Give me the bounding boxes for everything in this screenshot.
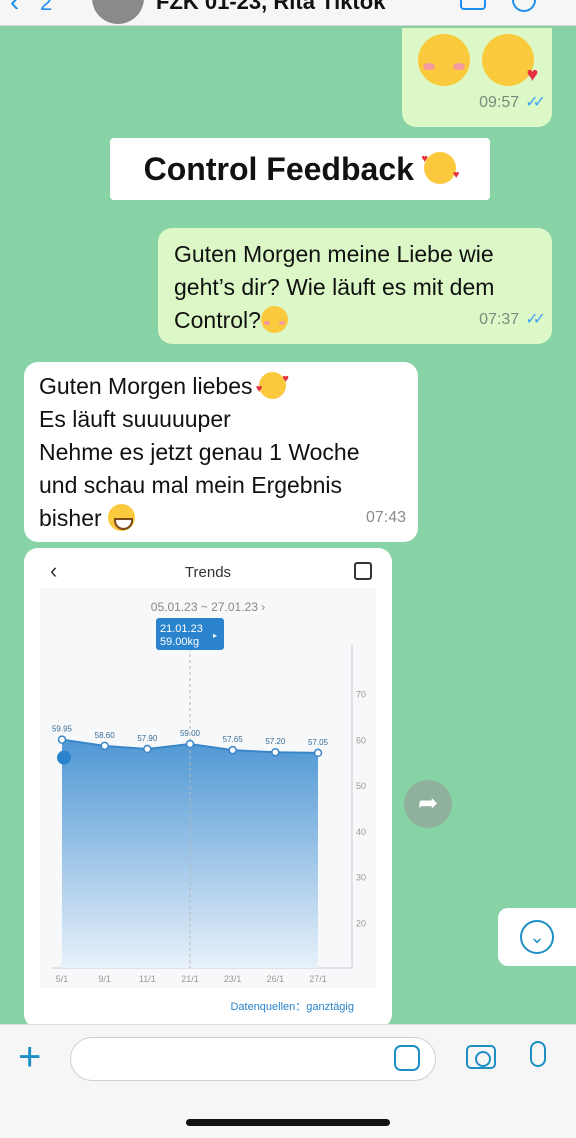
- forward-icon[interactable]: ➦: [404, 780, 452, 828]
- data-point: [313, 748, 323, 758]
- tooltip-date: 21.01.23: [160, 623, 203, 635]
- grinning-face-icon: [108, 504, 136, 531]
- message-outgoing-emoji[interactable]: 09:57 ✓✓: [402, 28, 552, 127]
- image-message[interactable]: ‹ Trends 05.01.23 ~ 27.01.23 › 70 60 50 40 3…: [24, 548, 392, 1028]
- smiling-face-icon: [260, 306, 288, 333]
- data-point: [143, 744, 152, 754]
- message-line: und schau mal mein Ergebnis: [39, 472, 342, 498]
- video-call-icon[interactable]: [460, 0, 486, 10]
- smiling-face-with-hearts-icon: [421, 152, 459, 184]
- overlay-label: Control Feedback: [110, 138, 490, 200]
- message-line: Es läuft suuuuuper: [39, 406, 231, 432]
- x-tick-label: 11/1: [139, 974, 156, 984]
- contact-title[interactable]: FZK 01-23, Rita Tiktok: [156, 0, 385, 15]
- data-label: 57.20: [265, 737, 286, 746]
- message-line: bisher: [39, 505, 102, 531]
- message-time: 09:57: [479, 94, 520, 111]
- message-line: Guten Morgen meine Liebe wie: [174, 241, 494, 267]
- y-tick-label: 60: [356, 735, 366, 745]
- flag-marker-icon: [57, 750, 71, 765]
- chat-header: ‹ 2 FZK 01-23, Rita Tiktok: [0, 0, 576, 26]
- plus-icon[interactable]: +: [18, 1037, 41, 1077]
- x-tick-label: 5/1: [56, 974, 69, 984]
- message-line: Nehme es jetzt genau 1 Woche: [39, 439, 360, 465]
- message-time: 07:37: [479, 311, 520, 328]
- message-outgoing[interactable]: Guten Morgen meine Liebe wie geht’s dir?…: [158, 228, 552, 344]
- message-line: geht’s dir? Wie läuft es mit dem: [174, 274, 495, 300]
- tooltip-value: 59.00kg: [160, 636, 199, 648]
- chart-tooltip: 21.01.23 59.00kg ▸: [156, 618, 224, 650]
- x-tick-label: 27/1: [309, 974, 327, 984]
- read-receipt-icon: ✓✓: [525, 311, 546, 328]
- sticker-icon[interactable]: [394, 1045, 420, 1071]
- home-indicator: [186, 1119, 390, 1126]
- data-point: [228, 745, 237, 755]
- x-tick-label: 23/1: [224, 974, 242, 984]
- data-label: 58.60: [95, 731, 116, 740]
- data-label: 57.90: [137, 734, 158, 743]
- y-tick-label: 20: [356, 918, 366, 928]
- y-tick-label: 50: [356, 781, 366, 791]
- microphone-icon[interactable]: [530, 1041, 546, 1067]
- chevron-down-icon: ⌄: [520, 920, 554, 954]
- back-icon[interactable]: ‹: [10, 0, 19, 18]
- x-tick-label: 21/1: [181, 974, 199, 984]
- smiling-face-with-hearts-icon: [256, 363, 289, 406]
- data-point: [57, 735, 67, 744]
- message-line: Guten Morgen liebes: [39, 373, 253, 399]
- avatar[interactable]: [92, 0, 144, 24]
- read-receipt-icon: ✓✓: [525, 94, 546, 111]
- data-label: 57.05: [308, 738, 329, 747]
- message-line: Control?: [174, 307, 261, 333]
- data-point: [185, 739, 195, 749]
- smiling-face-icon: [418, 34, 470, 86]
- back-count[interactable]: 2: [40, 0, 52, 16]
- y-tick-label: 70: [356, 690, 366, 700]
- composer-bar: +: [0, 1024, 576, 1138]
- message-input[interactable]: [70, 1037, 436, 1081]
- data-source: Datenquellen：ganztägig: [230, 1001, 354, 1013]
- data-label: 59.95: [52, 725, 73, 734]
- camera-icon[interactable]: [466, 1045, 496, 1069]
- data-point: [100, 741, 109, 751]
- message-incoming[interactable]: Guten Morgen liebes Es läuft suuuuuper N…: [24, 362, 418, 542]
- y-tick-label: 30: [356, 873, 366, 883]
- data-label: 59.00: [180, 729, 201, 738]
- tooltip-arrow-icon: ▸: [213, 631, 217, 640]
- x-tick-label: 26/1: [267, 974, 285, 984]
- weight-trend-chart: 70 60 50 40 30 20 59.95 5/1 58.60 9/1 57.90 11/1 59.…: [52, 618, 366, 984]
- phone-call-icon[interactable]: [512, 0, 536, 12]
- data-point: [271, 747, 280, 757]
- kissing-face-icon: [482, 34, 538, 92]
- message-time: 07:43: [365, 509, 406, 526]
- overlay-label-text: Control Feedback: [143, 151, 414, 187]
- scroll-down-button[interactable]: ⌄: [498, 908, 576, 966]
- data-label: 57.65: [223, 735, 244, 744]
- y-tick-label: 40: [356, 827, 366, 837]
- x-tick-label: 9/1: [98, 974, 111, 984]
